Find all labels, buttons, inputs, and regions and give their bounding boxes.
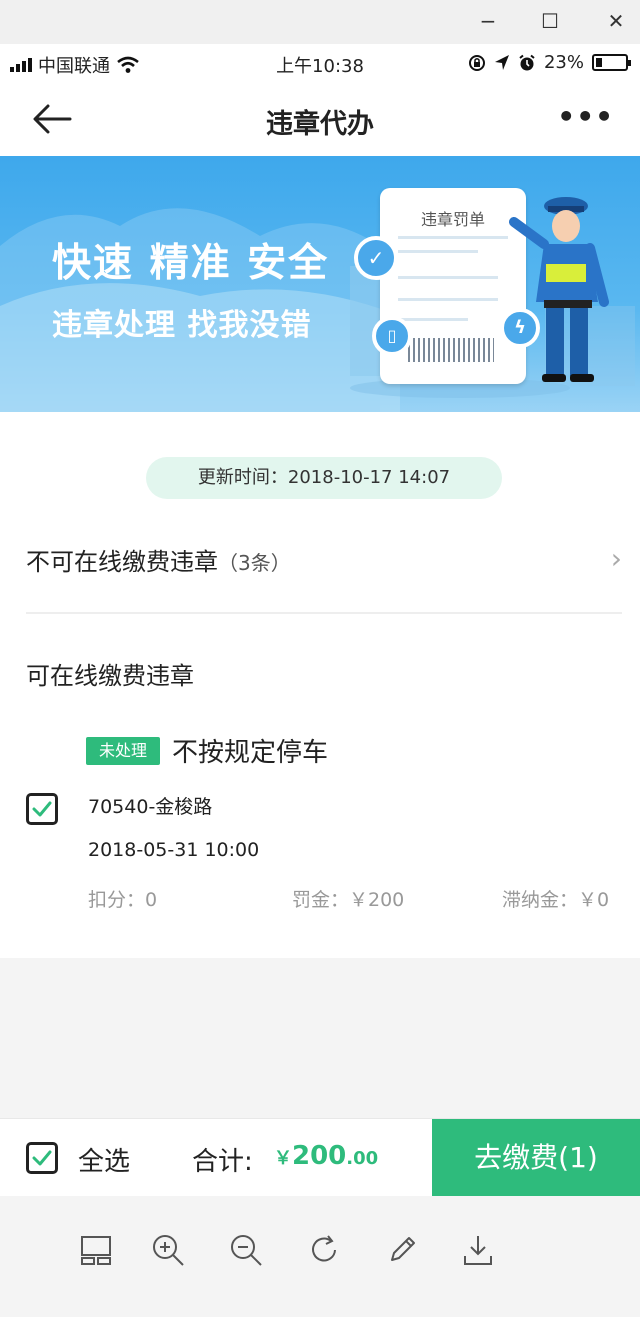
violation-checkbox[interactable] xyxy=(26,793,58,825)
violation-fine: 罚金：￥200 xyxy=(292,889,405,911)
divider xyxy=(26,612,622,614)
window-titlebar: − ☐ ✕ xyxy=(0,0,640,44)
update-time-badge: 更新时间：2018-10-17 14:07 xyxy=(146,457,502,499)
offline-violations-label: 不可在线缴费违章（3条） xyxy=(26,542,291,577)
online-violations-title: 可在线缴费违章 xyxy=(26,662,194,690)
violations-panel: 更新时间：2018-10-17 14:07 不可在线缴费违章（3条） › 可在线… xyxy=(0,412,640,958)
barcode-graphic xyxy=(408,338,494,362)
image-viewer-toolbar xyxy=(0,1196,640,1317)
offline-violations-text: 不可在线缴费违章 xyxy=(26,548,218,576)
rotate-icon[interactable] xyxy=(306,1232,342,1268)
select-all-checkbox[interactable] xyxy=(26,1142,58,1174)
chevron-right-icon: › xyxy=(610,542,622,575)
battery-icon xyxy=(592,54,631,71)
violation-time: 2018-05-31 10:00 xyxy=(88,839,260,861)
shield-icon: ✓ xyxy=(354,236,398,280)
total-amount: ￥200.00 xyxy=(274,1141,378,1171)
offline-violations-count: （3条） xyxy=(218,551,291,575)
status-right: 23% xyxy=(468,52,631,73)
violation-address: 70540-金梭路 xyxy=(88,796,213,818)
status-badge: 未处理 xyxy=(86,737,160,765)
promo-banner: 快速 精准 安全 违章处理 找我没错 违章罚单 ✓ ▯ ϟ xyxy=(0,156,640,412)
battery-level xyxy=(596,58,602,67)
more-menu-icon[interactable]: ••• xyxy=(557,100,614,133)
download-icon[interactable] xyxy=(460,1232,496,1268)
status-bar: 中国联通 上午10:38 23% xyxy=(0,44,640,82)
total-label: 合计: xyxy=(192,1147,253,1177)
nav-bar: 违章代办 ••• xyxy=(0,82,640,156)
location-icon xyxy=(494,54,509,70)
banner-subline: 违章处理 找我没错 xyxy=(52,308,312,343)
select-all-label[interactable]: 全选 xyxy=(78,1141,130,1178)
checkmark-icon xyxy=(32,1150,52,1166)
rotation-lock-icon xyxy=(468,54,485,71)
checkout-bar: 全选 合计: ￥200.00 去缴费(1) xyxy=(0,1118,640,1197)
total-currency: ￥ xyxy=(274,1148,292,1169)
violation-points: 扣分：0 xyxy=(88,889,158,911)
ticket-title: 违章罚单 xyxy=(420,210,485,229)
phone-icon: ▯ xyxy=(372,316,412,356)
page-title: 违章代办 xyxy=(266,109,374,140)
offline-violations-row[interactable]: 不可在线缴费违章（3条） › xyxy=(0,520,640,612)
layout-icon[interactable] xyxy=(78,1232,114,1268)
banner-headline: 快速 精准 安全 xyxy=(52,241,330,286)
pay-button[interactable]: 去缴费(1) xyxy=(432,1119,640,1197)
violation-title: 不按规定停车 xyxy=(172,738,329,768)
alarm-icon xyxy=(519,54,535,70)
violation-late-fee: 滞纳金：￥0 xyxy=(502,889,610,911)
total-integer: 200 xyxy=(292,1141,347,1171)
zoom-in-icon[interactable] xyxy=(150,1232,186,1268)
ticket-illustration: 违章罚单 xyxy=(380,188,526,384)
zoom-out-icon[interactable] xyxy=(228,1232,264,1268)
close-button[interactable]: ✕ xyxy=(596,6,636,36)
app-window: − ☐ ✕ 中国联通 上午10:38 23% 违章代办 ••• 快速 精准 安全… xyxy=(0,0,640,1317)
checkmark-icon xyxy=(32,801,52,817)
total-decimal: .00 xyxy=(346,1148,379,1169)
battery-percent: 23% xyxy=(543,52,584,73)
maximize-button[interactable]: ☐ xyxy=(530,6,570,36)
edit-icon[interactable] xyxy=(384,1232,420,1268)
minimize-button[interactable]: − xyxy=(468,6,508,36)
police-officer-illustration xyxy=(509,197,609,382)
